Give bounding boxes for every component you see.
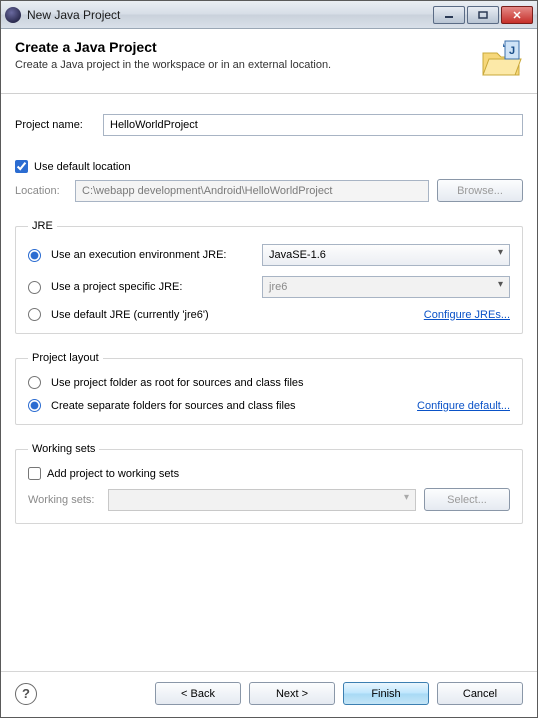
project-name-input[interactable]	[103, 114, 523, 136]
wizard-banner: Create a Java Project Create a Java proj…	[1, 29, 537, 94]
project-name-label: Project name:	[15, 119, 103, 131]
wizard-content: Project name: Use default location Locat…	[1, 94, 537, 671]
working-sets-legend: Working sets	[28, 443, 99, 455]
layout-root-label: Use project folder as root for sources a…	[51, 377, 304, 389]
layout-root-radio[interactable]	[28, 376, 41, 389]
button-bar: ? < Back Next > Finish Cancel	[1, 671, 537, 717]
working-sets-label: Working sets:	[28, 494, 108, 506]
maximize-button[interactable]	[467, 6, 499, 24]
cancel-button[interactable]: Cancel	[437, 682, 523, 705]
configure-jres-link[interactable]: Configure JREs...	[424, 309, 510, 321]
project-name-row: Project name:	[15, 114, 523, 136]
svg-text:J: J	[509, 45, 515, 57]
add-to-working-sets-label: Add project to working sets	[47, 468, 179, 480]
jre-legend: JRE	[28, 220, 57, 232]
project-layout-group: Project layout Use project folder as roo…	[15, 352, 523, 425]
jre-project-specific-radio[interactable]	[28, 281, 41, 294]
project-layout-legend: Project layout	[28, 352, 103, 364]
browse-button: Browse...	[437, 179, 523, 202]
dialog-window: New Java Project Create a Java Project C…	[0, 0, 538, 718]
banner-heading: Create a Java Project	[15, 39, 471, 55]
jre-exec-env-select[interactable]: JavaSE-1.6	[262, 244, 510, 266]
titlebar[interactable]: New Java Project	[1, 1, 537, 29]
add-to-working-sets-checkbox[interactable]	[28, 467, 41, 480]
back-button[interactable]: < Back	[155, 682, 241, 705]
use-default-location-label: Use default location	[34, 161, 131, 173]
jre-group: JRE Use an execution environment JRE: Ja…	[15, 220, 523, 334]
jre-project-specific-select: jre6	[262, 276, 510, 298]
finish-button[interactable]: Finish	[343, 682, 429, 705]
window-title: New Java Project	[27, 8, 433, 22]
banner-description: Create a Java project in the workspace o…	[15, 59, 471, 71]
location-input	[75, 180, 429, 202]
jre-exec-env-radio[interactable]	[28, 249, 41, 262]
minimize-button[interactable]	[433, 6, 465, 24]
configure-default-link[interactable]: Configure default...	[417, 400, 510, 412]
working-sets-group: Working sets Add project to working sets…	[15, 443, 523, 524]
help-icon[interactable]: ?	[15, 683, 37, 705]
folder-wizard-icon: J	[479, 39, 523, 79]
layout-separate-radio[interactable]	[28, 399, 41, 412]
working-sets-select	[108, 489, 416, 511]
location-label: Location:	[15, 185, 75, 197]
jre-project-specific-label: Use a project specific JRE:	[51, 281, 256, 293]
location-row: Location: Browse...	[15, 179, 523, 202]
next-button[interactable]: Next >	[249, 682, 335, 705]
jre-default-radio[interactable]	[28, 308, 41, 321]
layout-separate-label: Create separate folders for sources and …	[51, 400, 411, 412]
eclipse-icon	[5, 7, 21, 23]
close-button[interactable]	[501, 6, 533, 24]
select-working-sets-button: Select...	[424, 488, 510, 511]
use-default-location-checkbox[interactable]	[15, 160, 28, 173]
jre-exec-env-label: Use an execution environment JRE:	[51, 249, 256, 261]
jre-default-label: Use default JRE (currently 'jre6')	[51, 309, 418, 321]
default-location-row: Use default location	[15, 160, 523, 173]
